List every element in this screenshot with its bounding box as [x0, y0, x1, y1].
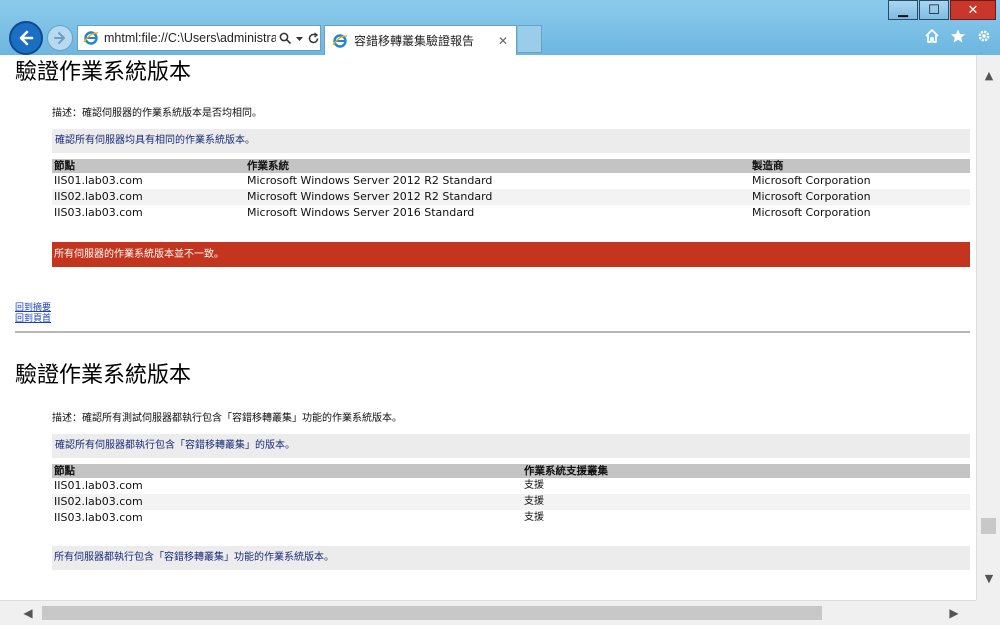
table-row: IIS03.lab03.com Microsoft Windows Server… [52, 205, 970, 221]
window-controls: ▁ ☐ ✕ [887, 0, 996, 22]
close-window-button[interactable]: ✕ [950, 0, 996, 20]
maximize-icon: ☐ [928, 2, 940, 18]
minimize-button[interactable]: ▁ [888, 0, 918, 20]
section1-title: 驗證作業系統版本 [15, 60, 192, 85]
vendor-cell: Microsoft Corporation [752, 206, 871, 219]
page-content: 驗證作業系統版本 描述：確認伺服器的作業系統版本是否均相同。 確認所有伺服器均具… [0, 55, 976, 600]
column-header: 製造商 [752, 160, 784, 172]
browser-chrome: ▁ ☐ ✕ mhtml:file://C:\Users\administra 容… [0, 0, 1000, 55]
section-divider [15, 331, 970, 333]
close-icon: ✕ [967, 2, 979, 18]
nav-links: 回到摘要 回到頁首 [15, 303, 51, 325]
back-button[interactable] [9, 21, 43, 55]
back-to-top-link[interactable]: 回到頁首 [15, 314, 51, 325]
scroll-down-icon[interactable]: ▼ [977, 570, 1000, 588]
table-header: 節點 作業系統 製造商 [52, 159, 970, 173]
table-row: IIS03.lab03.com 支援 [52, 510, 970, 526]
minimize-icon: ▁ [898, 2, 908, 18]
table-row: IIS02.lab03.com Microsoft Windows Server… [52, 189, 970, 205]
scrollbar-corner [976, 600, 1000, 625]
vendor-cell: Microsoft Corporation [752, 174, 871, 187]
support-cell: 支援 [524, 512, 544, 523]
support-cell: 支援 [524, 496, 544, 507]
section1-description: 描述：確認伺服器的作業系統版本是否均相同。 [52, 108, 262, 119]
scroll-up-icon[interactable]: ▲ [977, 67, 1000, 85]
address-url[interactable]: mhtml:file://C:\Users\administra [104, 31, 276, 45]
home-icon[interactable] [924, 28, 940, 44]
section1-table: 節點 作業系統 製造商 IIS01.lab03.com Microsoft Wi… [52, 159, 970, 221]
address-bar[interactable]: mhtml:file://C:\Users\administra [77, 25, 321, 51]
refresh-icon[interactable] [307, 31, 320, 45]
toolbar-right [924, 28, 992, 44]
active-tab[interactable]: 容錯移轉叢集驗證報告 ✕ [324, 25, 517, 55]
node-cell: IIS03.lab03.com [54, 511, 143, 524]
section2-table: 節點 作業系統支援叢集 IIS01.lab03.com 支援 IIS02.lab… [52, 464, 970, 526]
node-cell: IIS01.lab03.com [54, 479, 143, 492]
ie-logo-icon [83, 31, 99, 45]
column-header: 作業系統 [247, 160, 289, 172]
back-arrow-icon [19, 30, 34, 46]
os-cell: Microsoft Windows Server 2012 R2 Standar… [247, 190, 493, 203]
section2-description: 描述：確認所有測試伺服器都執行包含「容錯移轉叢集」功能的作業系統版本。 [52, 413, 402, 424]
maximize-button[interactable]: ☐ [919, 0, 949, 20]
node-cell: IIS02.lab03.com [54, 190, 143, 203]
horizontal-scroll-thumb[interactable] [42, 606, 822, 620]
os-cell: Microsoft Windows Server 2012 R2 Standar… [247, 174, 493, 187]
search-icon[interactable] [279, 32, 292, 45]
error-banner: 所有伺服器的作業系統版本並不一致。 [52, 242, 970, 267]
column-header: 作業系統支援叢集 [524, 465, 608, 477]
vertical-scrollbar[interactable]: ▲ ▼ [976, 55, 1000, 600]
new-tab-button[interactable] [518, 25, 542, 53]
dropdown-icon[interactable] [295, 34, 304, 43]
node-cell: IIS01.lab03.com [54, 174, 143, 187]
table-header: 節點 作業系統支援叢集 [52, 464, 970, 478]
node-cell: IIS03.lab03.com [54, 206, 143, 219]
column-header: 節點 [54, 160, 75, 172]
settings-gear-icon[interactable] [976, 28, 992, 44]
ie-logo-icon [332, 33, 348, 48]
favorites-star-icon[interactable] [950, 28, 966, 44]
vertical-scroll-thumb[interactable] [981, 518, 996, 534]
back-to-summary-link[interactable]: 回到摘要 [15, 303, 51, 314]
tab-title: 容錯移轉叢集驗證報告 [354, 34, 475, 48]
scroll-left-icon[interactable]: ◀ [16, 601, 40, 625]
table-row: IIS01.lab03.com Microsoft Windows Server… [52, 173, 970, 189]
section2-info: 確認所有伺服器都執行包含「容錯移轉叢集」的版本。 [52, 434, 970, 458]
forward-button[interactable] [47, 25, 73, 51]
section2-summary: 所有伺服器都執行包含「容錯移轉叢集」功能的作業系統版本。 [52, 546, 970, 570]
horizontal-scrollbar[interactable]: ◀ ▶ [0, 600, 976, 625]
section1-info: 確認所有伺服器均具有相同的作業系統版本。 [52, 129, 970, 153]
scroll-right-icon[interactable]: ▶ [942, 601, 966, 625]
section2-title: 驗證作業系統版本 [15, 363, 192, 388]
tab-close-icon[interactable]: ✕ [498, 34, 508, 48]
forward-arrow-icon [54, 32, 65, 44]
table-row: IIS01.lab03.com 支援 [52, 478, 970, 494]
vendor-cell: Microsoft Corporation [752, 190, 871, 203]
os-cell: Microsoft Windows Server 2016 Standard [247, 206, 475, 219]
table-row: IIS02.lab03.com 支援 [52, 494, 970, 510]
node-cell: IIS02.lab03.com [54, 495, 143, 508]
support-cell: 支援 [524, 480, 544, 491]
column-header: 節點 [54, 465, 75, 477]
